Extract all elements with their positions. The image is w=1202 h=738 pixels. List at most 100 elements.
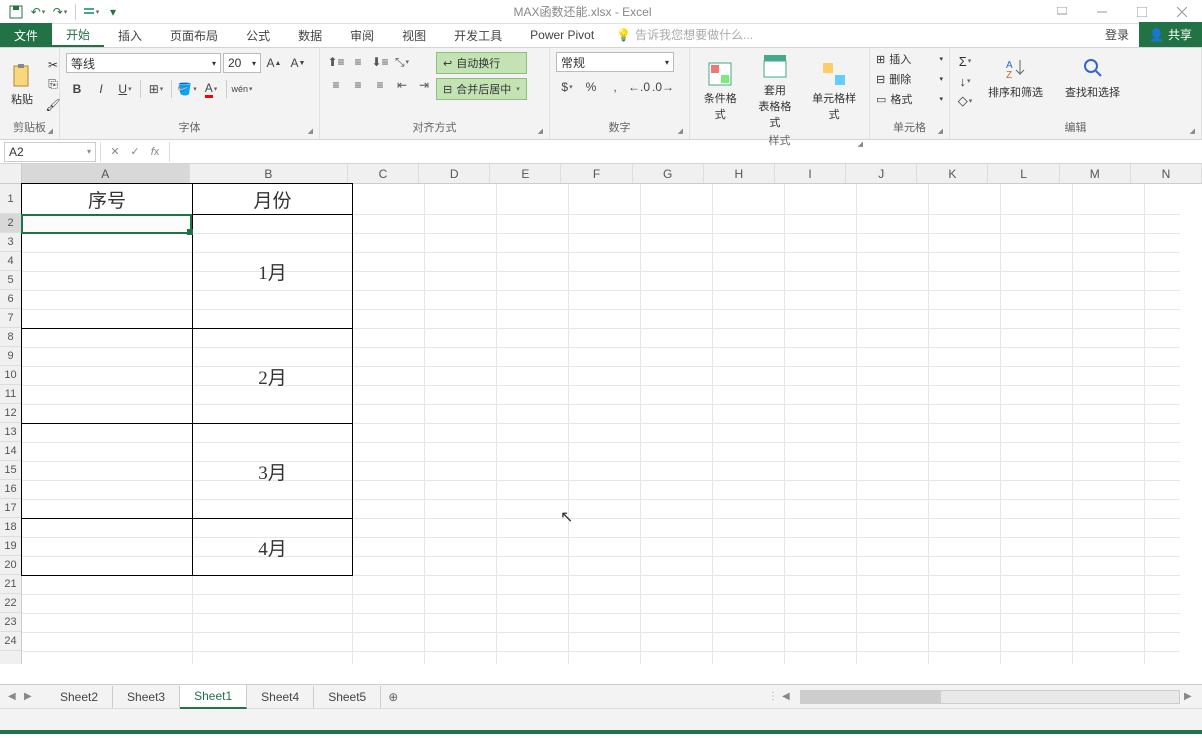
row-header-9[interactable]: 9: [0, 347, 21, 366]
underline-button[interactable]: U: [114, 78, 136, 100]
col-header-G[interactable]: G: [633, 164, 704, 183]
increase-decimal-icon[interactable]: ←.0: [628, 76, 650, 98]
tab-review[interactable]: 审阅: [336, 23, 388, 47]
tab-home[interactable]: 开始: [52, 23, 104, 47]
sheet-tab-4[interactable]: Sheet4: [247, 686, 314, 708]
maximize-icon[interactable]: [1122, 0, 1162, 24]
login-button[interactable]: 登录: [1095, 22, 1139, 47]
font-color-button[interactable]: A: [200, 78, 222, 100]
col-header-M[interactable]: M: [1060, 164, 1131, 183]
phonetic-button[interactable]: wén: [231, 78, 253, 100]
align-center-icon[interactable]: ≡: [348, 75, 368, 95]
formula-input[interactable]: [170, 142, 1202, 162]
row-header-24[interactable]: 24: [0, 632, 21, 651]
col-header-B[interactable]: B: [190, 164, 348, 183]
row-header-12[interactable]: 12: [0, 404, 21, 423]
save-icon[interactable]: [6, 2, 26, 22]
increase-font-icon[interactable]: A▲: [263, 52, 285, 74]
sheet-nav-prev-icon[interactable]: ◀: [8, 691, 22, 702]
cancel-icon[interactable]: ✕: [107, 145, 123, 158]
cell-A17-20[interactable]: [21, 518, 193, 576]
name-box[interactable]: A2▾: [4, 142, 96, 162]
bold-button[interactable]: B: [66, 78, 88, 100]
font-size-select[interactable]: 20▾: [223, 53, 261, 73]
hscroll-track[interactable]: [800, 690, 1180, 704]
cell-B12-16[interactable]: 3月: [192, 423, 353, 519]
col-header-L[interactable]: L: [988, 164, 1059, 183]
fill-color-button[interactable]: 🪣: [176, 78, 198, 100]
border-button[interactable]: ⊞: [145, 78, 167, 100]
row-header-20[interactable]: 20: [0, 556, 21, 575]
fx-icon[interactable]: fx: [147, 146, 163, 158]
row-header-1[interactable]: 1: [0, 184, 21, 214]
comma-format-icon[interactable]: ,: [604, 76, 626, 98]
italic-button[interactable]: I: [90, 78, 112, 100]
cell-A7-11[interactable]: [21, 328, 193, 424]
align-middle-icon[interactable]: ≡: [348, 52, 368, 72]
tab-insert[interactable]: 插入: [104, 23, 156, 47]
wrap-text-button[interactable]: ↩自动换行: [436, 52, 527, 74]
cell-B7-11[interactable]: 2月: [192, 328, 353, 424]
hscroll-left-icon[interactable]: ◀: [782, 691, 796, 702]
sheet-nav-next-icon[interactable]: ▶: [24, 691, 38, 702]
qat-more-icon[interactable]: [81, 2, 101, 22]
row-header-18[interactable]: 18: [0, 518, 21, 537]
decrease-font-icon[interactable]: A▼: [287, 52, 309, 74]
row-header-4[interactable]: 4: [0, 252, 21, 271]
row-header-10[interactable]: 10: [0, 366, 21, 385]
row-header-19[interactable]: 19: [0, 537, 21, 556]
minimize-icon[interactable]: [1082, 0, 1122, 24]
redo-icon[interactable]: ↷: [50, 2, 70, 22]
close-icon[interactable]: [1162, 0, 1202, 24]
conditional-format-button[interactable]: 条件格式: [694, 58, 747, 124]
row-header-11[interactable]: 11: [0, 385, 21, 404]
tab-dev[interactable]: 开发工具: [440, 23, 516, 47]
cell-B17-20[interactable]: 4月: [192, 518, 353, 576]
ribbon-display-icon[interactable]: [1042, 0, 1082, 24]
orientation-icon[interactable]: ⤡: [392, 52, 412, 72]
undo-icon[interactable]: ↶: [28, 2, 48, 22]
select-all-corner[interactable]: [0, 164, 22, 183]
format-table-button[interactable]: 套用 表格格式: [749, 50, 802, 132]
row-header-14[interactable]: 14: [0, 442, 21, 461]
sheet-tab-1[interactable]: Sheet2: [46, 686, 113, 708]
autosum-icon[interactable]: Σ: [956, 52, 974, 70]
col-header-J[interactable]: J: [846, 164, 917, 183]
insert-cells-button[interactable]: ⊞插入▾: [874, 50, 945, 68]
align-left-icon[interactable]: ≡: [326, 75, 346, 95]
sheet-tab-5[interactable]: Sheet5: [314, 686, 381, 708]
paste-button[interactable]: 粘贴: [4, 59, 40, 111]
find-select-button[interactable]: 查找和选择: [1057, 52, 1128, 110]
qat-customize-icon[interactable]: ▾: [103, 2, 123, 22]
clear-icon[interactable]: ◇: [956, 92, 974, 110]
number-format-select[interactable]: 常规▾: [556, 52, 674, 72]
format-cells-button[interactable]: ▭格式▾: [874, 90, 945, 108]
col-header-D[interactable]: D: [419, 164, 490, 183]
row-header-3[interactable]: 3: [0, 233, 21, 252]
align-bottom-icon[interactable]: ⬇≡: [370, 52, 390, 72]
tab-layout[interactable]: 页面布局: [156, 23, 232, 47]
row-header-16[interactable]: 16: [0, 480, 21, 499]
sort-filter-button[interactable]: AZ 排序和筛选: [980, 52, 1051, 110]
cell-B1[interactable]: 月份: [192, 183, 353, 215]
tab-data[interactable]: 数据: [284, 23, 336, 47]
delete-cells-button[interactable]: ⊟删除▾: [874, 70, 945, 88]
tab-file[interactable]: 文件: [0, 23, 52, 47]
sheet-tab-3[interactable]: Sheet1: [180, 685, 247, 709]
row-header-21[interactable]: 21: [0, 575, 21, 594]
decrease-indent-icon[interactable]: ⇤: [392, 75, 412, 95]
decrease-decimal-icon[interactable]: .0→: [652, 76, 674, 98]
tab-formulas[interactable]: 公式: [232, 23, 284, 47]
cell-B2-6[interactable]: 1月: [192, 214, 353, 329]
row-header-5[interactable]: 5: [0, 271, 21, 290]
fill-icon[interactable]: ↓: [956, 72, 974, 90]
enter-icon[interactable]: ✓: [127, 145, 143, 158]
row-header-7[interactable]: 7: [0, 309, 21, 328]
row-header-8[interactable]: 8: [0, 328, 21, 347]
col-header-N[interactable]: N: [1131, 164, 1202, 183]
row-header-2[interactable]: 2: [0, 214, 21, 233]
col-header-I[interactable]: I: [775, 164, 846, 183]
col-header-C[interactable]: C: [348, 164, 419, 183]
sheet-tab-2[interactable]: Sheet3: [113, 686, 180, 708]
tab-view[interactable]: 视图: [388, 23, 440, 47]
